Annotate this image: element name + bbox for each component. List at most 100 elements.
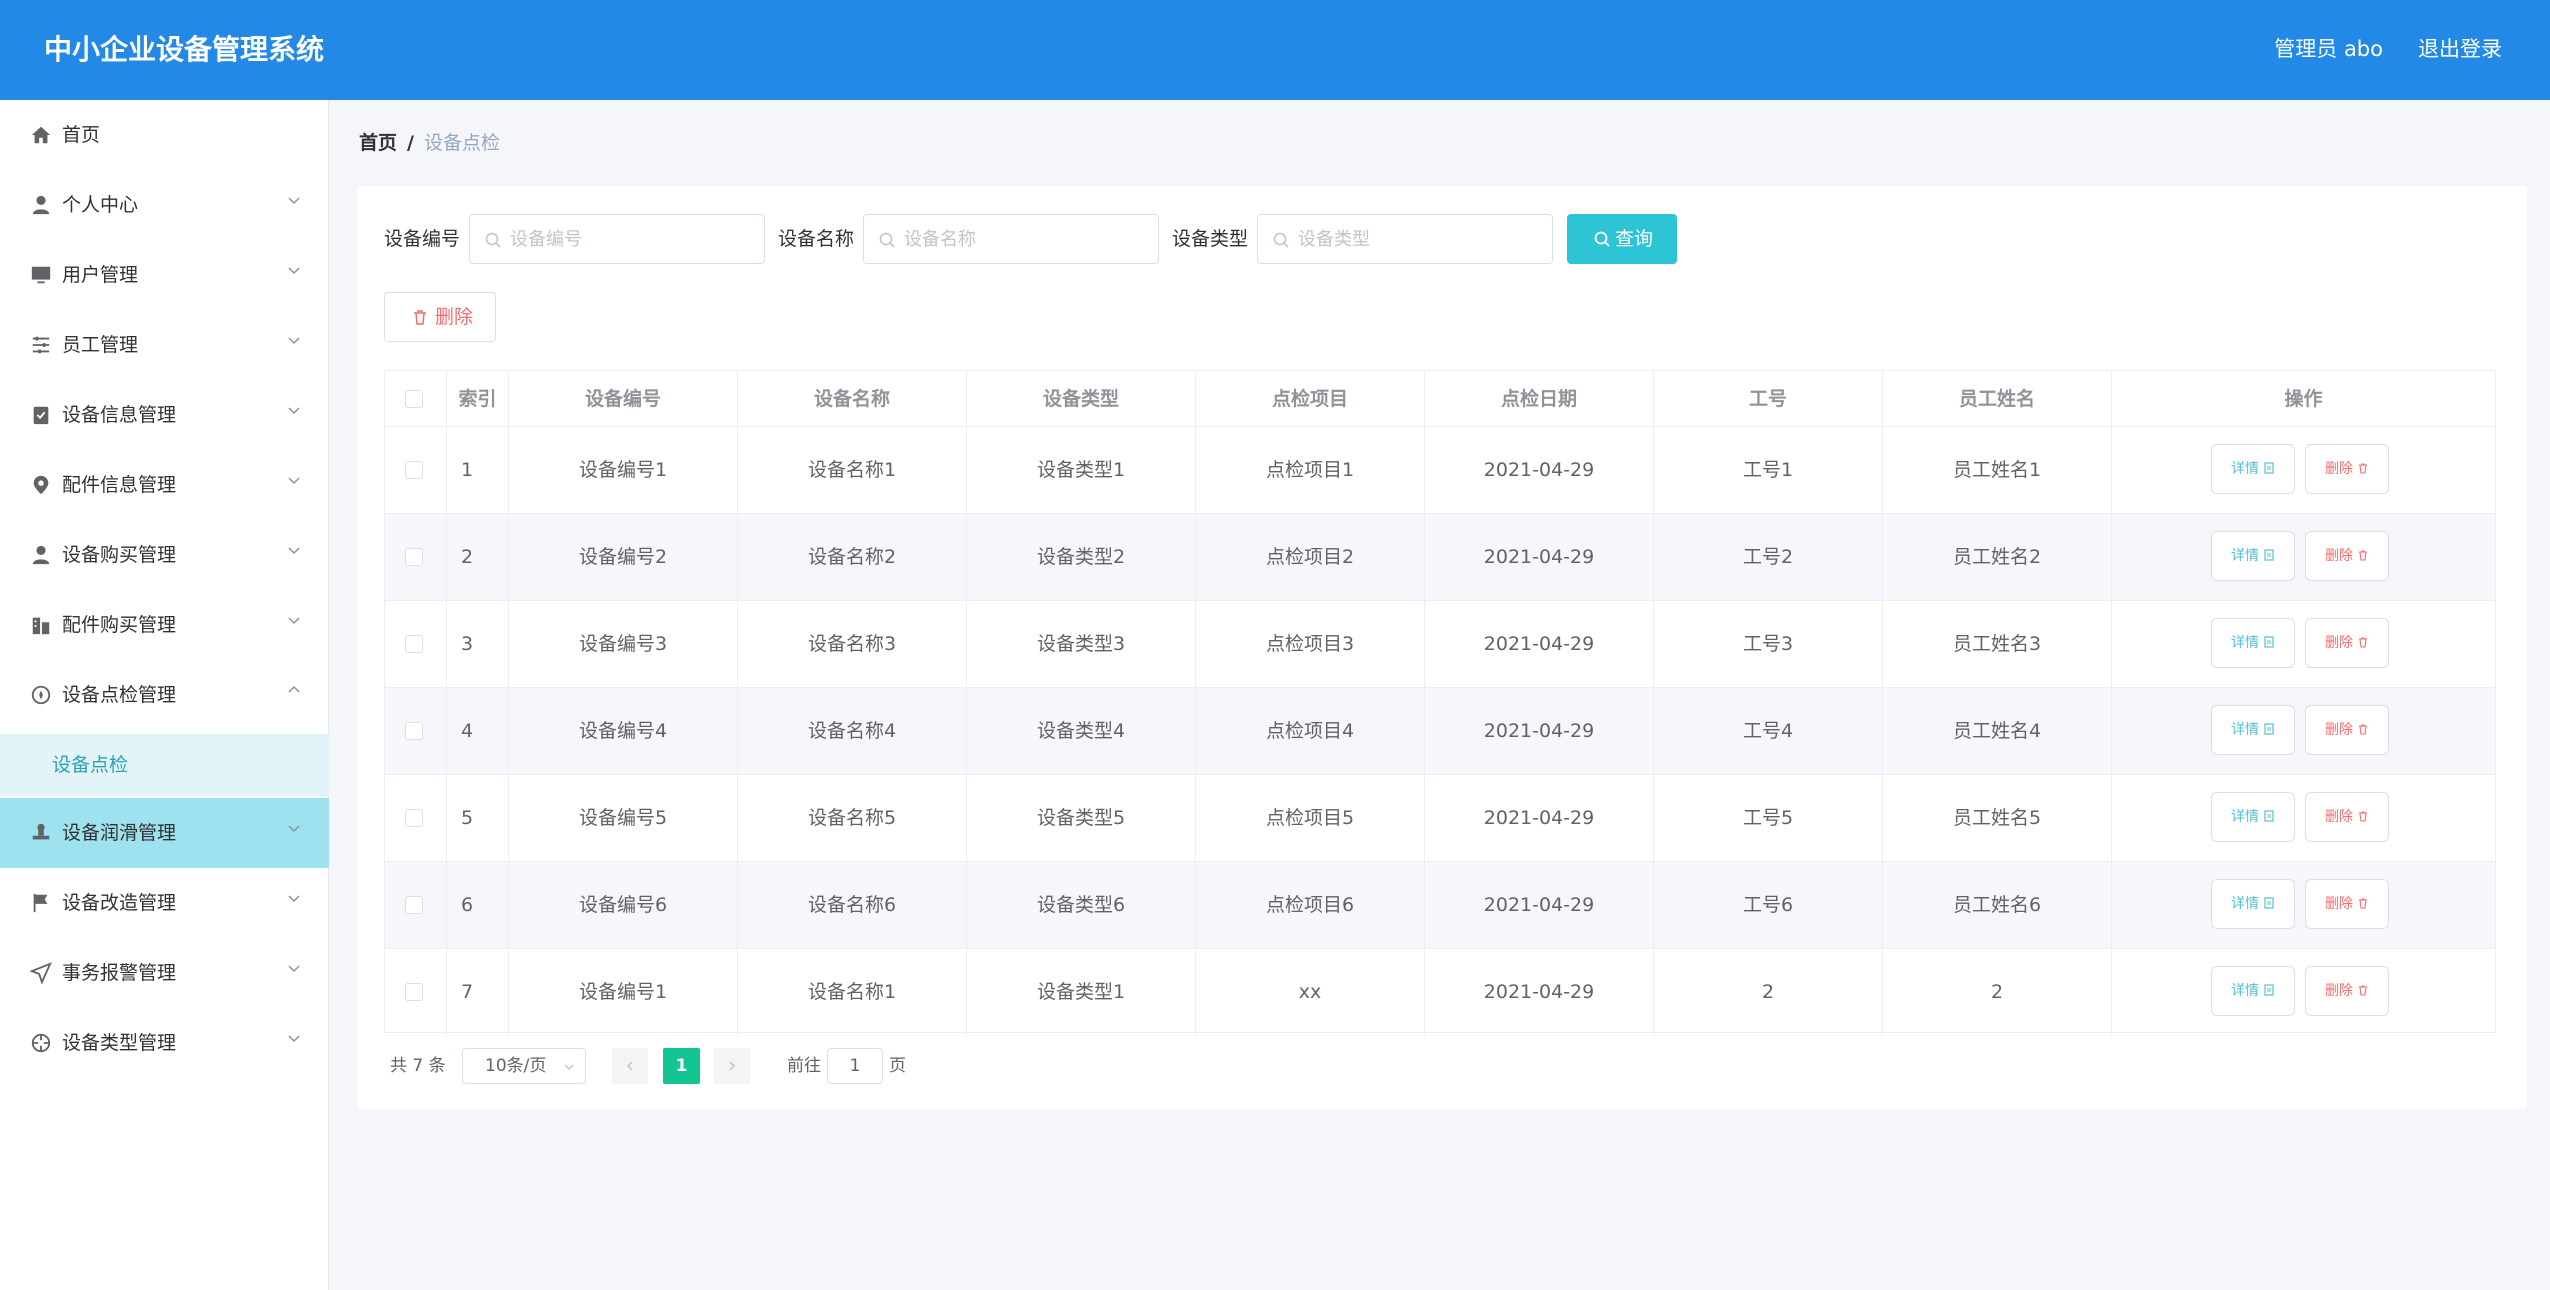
sidebar-item-device-info[interactable]: 设备信息管理 xyxy=(0,380,329,450)
cell-date: 2021-04-29 xyxy=(1425,775,1654,862)
detail-button[interactable]: 详情 xyxy=(2211,531,2295,581)
row-select-cell xyxy=(385,601,447,688)
office-building-icon xyxy=(32,617,50,635)
sidebar-item-user-management[interactable]: 用户管理 xyxy=(0,240,329,310)
sidebar-item-personal-center[interactable]: 个人中心 xyxy=(0,170,329,240)
row-checkbox[interactable] xyxy=(405,896,423,914)
cell-emp-no: 工号5 xyxy=(1654,775,1883,862)
column-header: 点检项目 xyxy=(1196,371,1425,427)
prev-page-button[interactable] xyxy=(612,1048,648,1084)
device-type-field[interactable] xyxy=(1257,214,1553,264)
device-type-input[interactable] xyxy=(1298,224,1538,254)
sidebar-item-employee-management[interactable]: 员工管理 xyxy=(0,310,329,380)
table-row: 7 设备编号1 设备名称1 设备类型1 xx 2021-04-29 2 2 详情 删除 xyxy=(385,949,2495,1036)
page-size-select[interactable]: 10条/页 xyxy=(462,1048,586,1084)
cell-device-type: 设备类型2 xyxy=(967,514,1196,601)
device-name-field[interactable] xyxy=(863,214,1159,264)
document-icon xyxy=(2264,462,2274,474)
cell-device-type: 设备类型1 xyxy=(967,427,1196,514)
delete-button[interactable]: 删除 xyxy=(2305,879,2389,929)
row-checkbox[interactable] xyxy=(405,983,423,1001)
cell-emp-name: 员工姓名2 xyxy=(1883,514,2112,601)
row-checkbox[interactable] xyxy=(405,548,423,566)
next-page-button[interactable] xyxy=(714,1048,750,1084)
sidebar-item-parts-purchase[interactable]: 配件购买管理 xyxy=(0,590,329,660)
stamp-icon xyxy=(32,823,50,840)
actions-cell: 详情 删除 xyxy=(2112,688,2495,775)
detail-button[interactable]: 详情 xyxy=(2211,879,2295,929)
sidebar-item-parts-info[interactable]: 配件信息管理 xyxy=(0,450,329,520)
user-icon xyxy=(32,545,50,565)
query-button[interactable]: 查询 xyxy=(1567,214,1677,264)
column-header: 员工姓名 xyxy=(1883,371,2112,427)
user-info: 管理员 abo xyxy=(2274,37,2383,61)
sidebar-item-device-purchase[interactable]: 设备购买管理 xyxy=(0,520,329,590)
cell-emp-no: 工号6 xyxy=(1654,862,1883,949)
cell-device-name: 设备名称5 xyxy=(738,775,967,862)
detail-button[interactable]: 详情 xyxy=(2211,966,2295,1016)
chevron-down-icon xyxy=(288,617,300,625)
device-name-input[interactable] xyxy=(904,224,1144,254)
sidebar-item-label: 用户管理 xyxy=(62,264,139,286)
trash-icon xyxy=(414,310,426,325)
delete-button[interactable]: 删除 xyxy=(2305,444,2389,494)
sidebar-item-label: 设备润滑管理 xyxy=(62,822,177,844)
row-checkbox[interactable] xyxy=(405,635,423,653)
row-select-cell xyxy=(385,514,447,601)
row-checkbox[interactable] xyxy=(405,809,423,827)
trash-icon xyxy=(2359,463,2367,474)
row-checkbox[interactable] xyxy=(405,722,423,740)
device-no-input[interactable] xyxy=(510,224,750,254)
sidebar-item-device-lubrication[interactable]: 设备润滑管理 xyxy=(0,798,329,868)
delete-button[interactable]: 删除 xyxy=(2305,792,2389,842)
chevron-up-icon xyxy=(288,685,300,693)
delete-button[interactable]: 删除 xyxy=(2305,705,2389,755)
chevron-down-icon xyxy=(288,477,300,485)
logout-link[interactable]: 退出登录 xyxy=(2418,34,2502,64)
sidebar-item-device-type[interactable]: 设备类型管理 xyxy=(0,1008,329,1078)
trash-icon xyxy=(2359,637,2367,648)
cell-item: 点检项目3 xyxy=(1196,601,1425,688)
search-icon xyxy=(1594,231,1610,247)
trash-icon xyxy=(2359,898,2367,909)
detail-button-label: 详情 xyxy=(2231,809,2259,825)
delete-button[interactable]: 删除 xyxy=(2305,531,2389,581)
delete-button-label: 删除 xyxy=(2325,722,2353,738)
detail-button[interactable]: 详情 xyxy=(2211,444,2295,494)
breadcrumb-home[interactable]: 首页 xyxy=(359,132,397,154)
delete-button[interactable]: 删除 xyxy=(2305,966,2389,1016)
cell-device-name: 设备名称6 xyxy=(738,862,967,949)
detail-button[interactable]: 详情 xyxy=(2211,705,2295,755)
column-header: 工号 xyxy=(1654,371,1883,427)
device-no-field[interactable] xyxy=(469,214,765,264)
actions-cell: 详情 删除 xyxy=(2112,862,2495,949)
flag-icon xyxy=(33,893,48,913)
page-number-active[interactable]: 1 xyxy=(663,1048,700,1084)
batch-delete-button[interactable]: 删除 xyxy=(384,292,496,342)
column-header: 设备类型 xyxy=(967,371,1196,427)
query-button-label: 查询 xyxy=(1615,228,1654,250)
sidebar-item-label: 设备改造管理 xyxy=(62,892,177,914)
sidebar-item-home[interactable]: 首页 xyxy=(0,100,329,170)
detail-button[interactable]: 详情 xyxy=(2211,792,2295,842)
row-checkbox[interactable] xyxy=(405,461,423,479)
document-icon xyxy=(2264,549,2274,561)
chevron-down-icon xyxy=(288,407,300,415)
goto-page-input[interactable] xyxy=(827,1048,883,1084)
select-all-checkbox[interactable] xyxy=(405,390,423,408)
delete-button[interactable]: 删除 xyxy=(2305,618,2389,668)
sidebar-item-label: 配件信息管理 xyxy=(62,474,177,496)
column-header: 设备编号 xyxy=(509,371,738,427)
cell-emp-name: 员工姓名5 xyxy=(1883,775,2112,862)
app-title: 中小企业设备管理系统 xyxy=(44,33,325,66)
pagination-total: 共 7 条 xyxy=(390,1056,446,1076)
sidebar-item-device-inspection[interactable]: 设备点检管理 xyxy=(0,660,329,730)
cell-device-name: 设备名称1 xyxy=(738,427,967,514)
cell-date: 2021-04-29 xyxy=(1425,601,1654,688)
detail-button[interactable]: 详情 xyxy=(2211,618,2295,668)
sidebar-subitem-device-inspection[interactable]: 设备点检 xyxy=(0,734,329,796)
cell-device-no: 设备编号2 xyxy=(509,514,738,601)
chevron-right-icon xyxy=(729,1061,736,1071)
sidebar-item-alarm-management[interactable]: 事务报警管理 xyxy=(0,938,329,1008)
sidebar-item-device-modification[interactable]: 设备改造管理 xyxy=(0,868,329,938)
